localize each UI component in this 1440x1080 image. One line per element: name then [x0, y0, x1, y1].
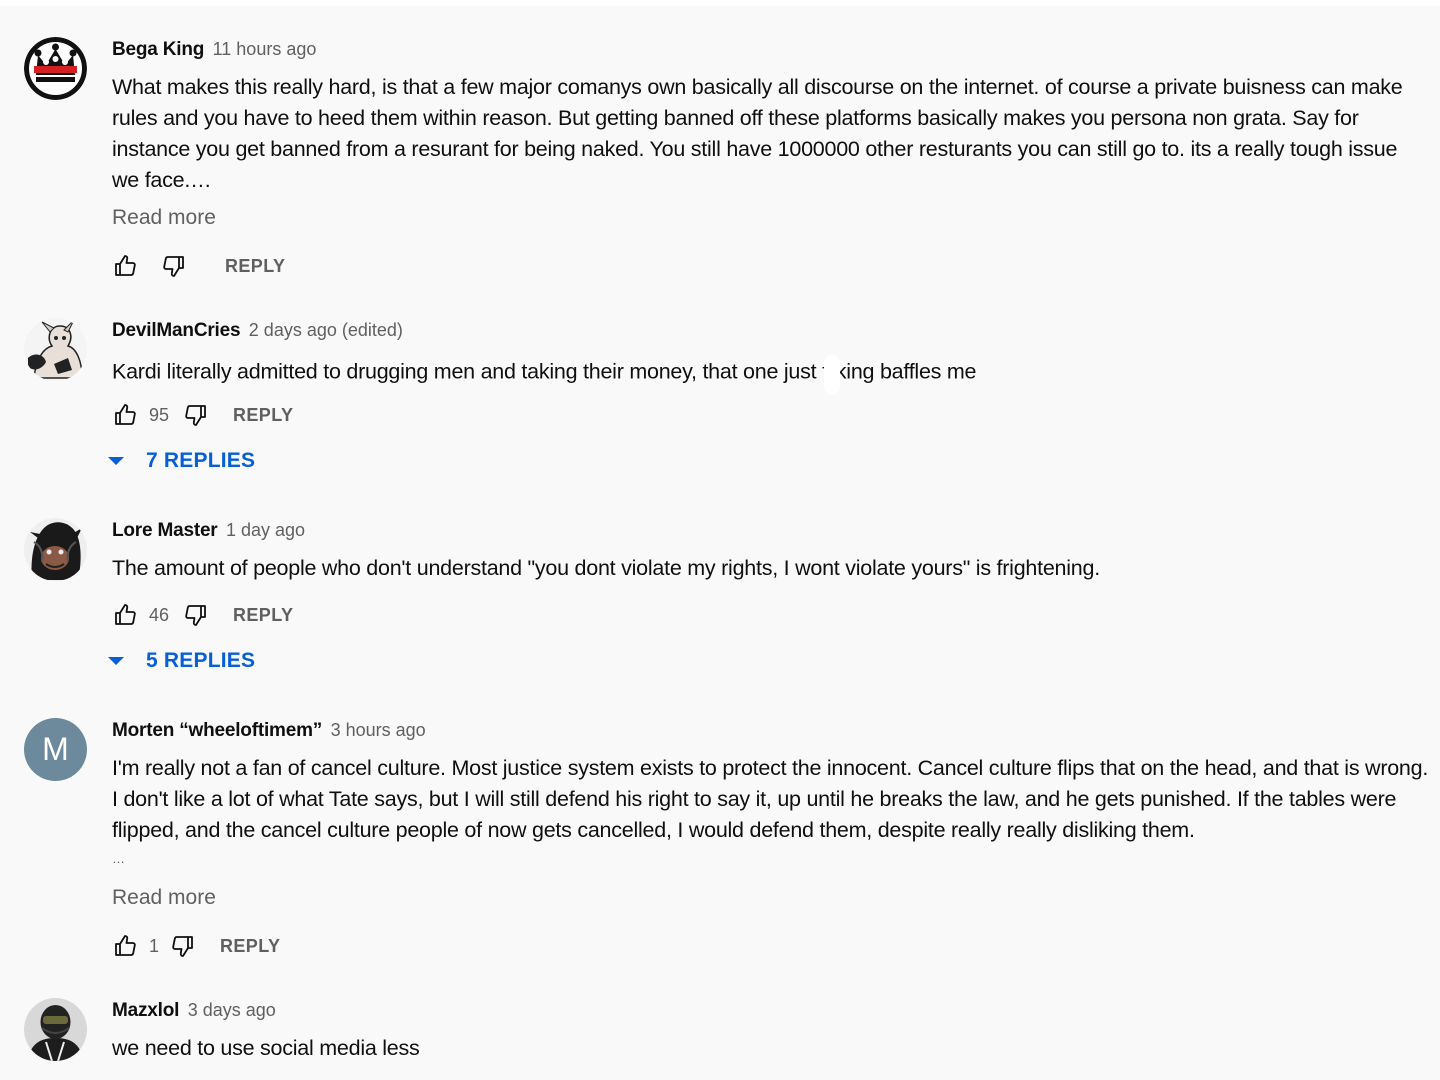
author-avatar[interactable] [24, 998, 87, 1061]
comment-text: I'm really not a fan of cancel culture. … [112, 756, 1429, 842]
author-avatar[interactable] [24, 37, 87, 100]
like-count: 1 [149, 935, 160, 956]
truncation-ellipsis: … [112, 851, 125, 866]
comment-header: Mazxlol 3 days ago [112, 998, 276, 1022]
comment-timestamp[interactable]: 11 hours ago [213, 39, 317, 59]
view-replies-button[interactable]: 7 REPLIES [108, 448, 255, 474]
read-more-button[interactable]: Read more [112, 886, 216, 910]
comment-text: What makes this really hard, is that a f… [112, 75, 1403, 192]
comment-text-part: Kardi literally admitted to drugging men… [112, 359, 828, 384]
reply-button[interactable]: REPLY [220, 936, 280, 957]
crown-icon [24, 37, 87, 100]
comment-header: Morten “wheeloftimem” 3 hours ago [112, 718, 426, 742]
like-count: 46 [149, 604, 170, 625]
replies-count-label: 7 REPLIES [146, 449, 256, 472]
author-avatar[interactable] [24, 518, 87, 581]
comment-timestamp[interactable]: 1 day ago [226, 520, 305, 540]
comment-actions: 1 REPLY [112, 933, 280, 959]
like-icon[interactable] [112, 253, 138, 279]
comment-actions: 95 REPLY [112, 402, 293, 428]
comment-timestamp[interactable]: 2 days ago (edited) [249, 320, 403, 340]
comment-timestamp[interactable]: 3 days ago [188, 1000, 276, 1020]
author-name[interactable]: DevilManCries [112, 320, 241, 341]
reply-button[interactable]: REPLY [233, 605, 293, 626]
dark-creature-icon [24, 518, 87, 581]
view-replies-button[interactable]: 5 REPLIES [108, 648, 255, 674]
like-count: 95 [149, 404, 170, 425]
dislike-icon[interactable] [183, 602, 209, 628]
read-more-button[interactable]: Read more [112, 206, 216, 230]
comment-header: Bega King 11 hours ago [112, 37, 316, 61]
dislike-icon[interactable] [161, 253, 187, 279]
replies-count-label: 5 REPLIES [146, 649, 256, 672]
caret-down-icon [108, 457, 124, 465]
reply-button[interactable]: REPLY [233, 405, 293, 426]
dislike-icon[interactable] [170, 933, 196, 959]
comment-text-part: king baffles me [835, 359, 977, 384]
top-divider [0, 0, 1440, 6]
helmet-rider-icon [24, 998, 87, 1061]
comment-text: Kardi literally admitted to drugging men… [112, 353, 1427, 395]
author-avatar[interactable]: M [24, 718, 87, 781]
reply-button[interactable]: REPLY [225, 256, 285, 277]
like-icon[interactable] [112, 402, 138, 428]
author-avatar[interactable] [24, 318, 87, 381]
censor-blot [823, 355, 840, 395]
comment-text: The amount of people who don't understan… [112, 556, 1100, 580]
author-name[interactable]: Mazxlol [112, 1000, 179, 1021]
anime-character-icon [24, 318, 87, 381]
author-name[interactable]: Lore Master [112, 520, 218, 541]
author-name[interactable]: Morten “wheeloftimem” [112, 720, 322, 741]
author-name[interactable]: Bega King [112, 39, 204, 60]
comment-timestamp[interactable]: 3 hours ago [331, 720, 426, 740]
comment-header: Lore Master 1 day ago [112, 518, 305, 542]
comment-actions: 46 REPLY [112, 602, 293, 628]
like-icon[interactable] [112, 602, 138, 628]
comment-header: DevilManCries 2 days ago (edited) [112, 318, 403, 342]
comment-text: we need to use social media less [112, 1036, 420, 1060]
caret-down-icon [108, 657, 124, 665]
comment-actions: REPLY [112, 253, 285, 279]
dislike-icon[interactable] [183, 402, 209, 428]
like-icon[interactable] [112, 933, 138, 959]
